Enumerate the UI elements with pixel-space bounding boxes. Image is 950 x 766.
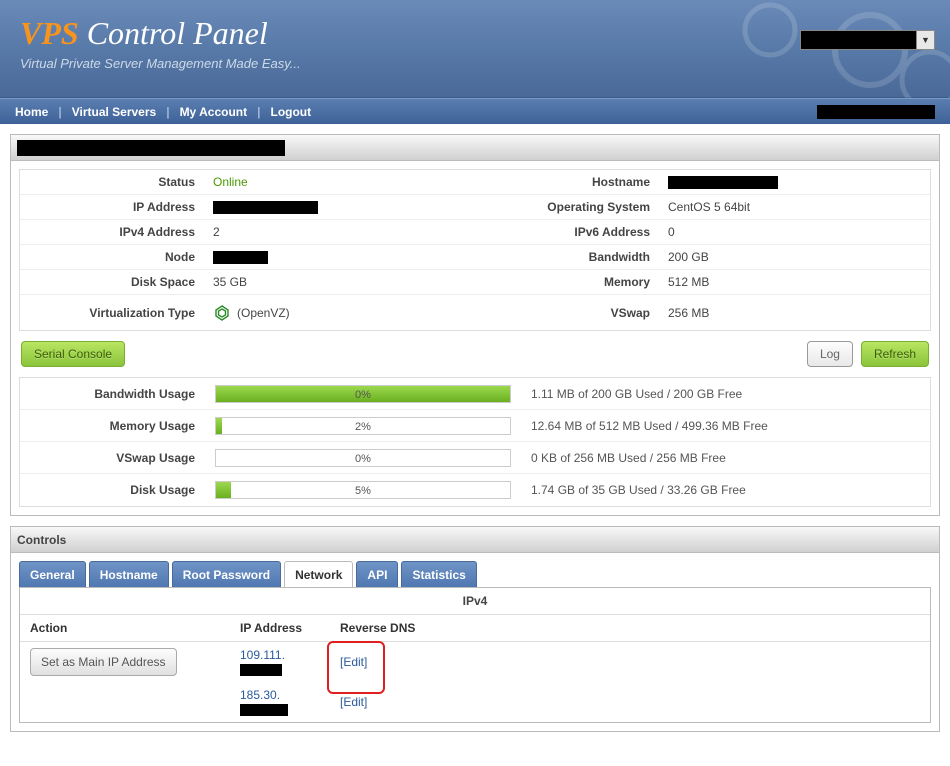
vs-usage-label: VSwap Usage bbox=[20, 451, 205, 465]
bw-value: 200 GB bbox=[660, 250, 709, 264]
os-label: Operating System bbox=[475, 200, 660, 214]
ipv4-section-header: IPv4 bbox=[20, 588, 930, 615]
nav-virtual-servers[interactable]: Virtual Servers bbox=[72, 105, 157, 119]
hostname-value bbox=[660, 176, 778, 189]
nav-my-account[interactable]: My Account bbox=[180, 105, 248, 119]
server-name-redacted bbox=[17, 140, 285, 156]
status-value: Online bbox=[205, 175, 248, 189]
header: VPS Control Panel Virtual Private Server… bbox=[0, 0, 950, 98]
mem-usage-text: 12.64 MB of 512 MB Used / 499.36 MB Free bbox=[521, 419, 768, 433]
node-value bbox=[205, 251, 268, 264]
bw-usage-bar: 0% bbox=[215, 385, 511, 403]
disk-usage-text: 1.74 GB of 35 GB Used / 33.26 GB Free bbox=[521, 483, 746, 497]
bw-label: Bandwidth bbox=[475, 250, 660, 264]
mem-value: 512 MB bbox=[660, 275, 709, 289]
os-value: CentOS 5 64bit bbox=[660, 200, 750, 214]
log-button[interactable]: Log bbox=[807, 341, 853, 367]
logo-suffix: Control Panel bbox=[79, 15, 268, 51]
disk-usage-label: Disk Usage bbox=[20, 483, 205, 497]
tab-root-password[interactable]: Root Password bbox=[172, 561, 281, 588]
ipv6-value: 0 bbox=[660, 225, 675, 239]
tab-statistics[interactable]: Statistics bbox=[401, 561, 476, 588]
ipv4-value: 2 bbox=[205, 225, 220, 239]
vswap-value: 256 MB bbox=[660, 306, 709, 320]
server-panel-header bbox=[11, 135, 939, 161]
main: StatusOnline IP Address IPv4 Address2 No… bbox=[0, 124, 950, 752]
disk-label: Disk Space bbox=[20, 275, 205, 289]
nav-logout[interactable]: Logout bbox=[270, 105, 311, 119]
ipv4-label: IPv4 Address bbox=[20, 225, 205, 239]
edit-rdns-link[interactable]: [Edit] bbox=[340, 695, 367, 709]
ip-cell: 185.30. bbox=[230, 682, 330, 722]
ipv6-label: IPv6 Address bbox=[475, 225, 660, 239]
chevron-down-icon: ▼ bbox=[916, 31, 934, 49]
hostname-label: Hostname bbox=[475, 175, 660, 189]
disk-usage-bar: 5% bbox=[215, 481, 511, 499]
col-rdns: Reverse DNS bbox=[330, 615, 930, 642]
action-button-row: Serial Console Log Refresh bbox=[19, 341, 931, 367]
server-panel: StatusOnline IP Address IPv4 Address2 No… bbox=[10, 134, 940, 516]
usage-panel: Bandwidth Usage 0% 1.11 MB of 200 GB Use… bbox=[19, 377, 931, 507]
serial-console-button[interactable]: Serial Console bbox=[21, 341, 125, 367]
tabs: General Hostname Root Password Network A… bbox=[19, 561, 931, 588]
ip-table: Action IP Address Reverse DNS Set as Mai… bbox=[20, 615, 930, 722]
tab-general[interactable]: General bbox=[19, 561, 86, 588]
vswap-label: VSwap bbox=[475, 306, 660, 320]
ip-cell: 109.111. bbox=[230, 642, 330, 683]
bw-usage-label: Bandwidth Usage bbox=[20, 387, 205, 401]
disk-value: 35 GB bbox=[205, 275, 247, 289]
account-dropdown[interactable]: ▼ bbox=[800, 30, 935, 50]
ip-row: 185.30. [Edit] bbox=[20, 682, 930, 722]
col-action: Action bbox=[20, 615, 230, 642]
ip-label: IP Address bbox=[20, 200, 205, 214]
mem-label: Memory bbox=[475, 275, 660, 289]
tab-hostname[interactable]: Hostname bbox=[89, 561, 169, 588]
mem-usage-bar: 2% bbox=[215, 417, 511, 435]
vs-usage-bar: 0% bbox=[215, 449, 511, 467]
controls-panel: Controls General Hostname Root Password … bbox=[10, 526, 940, 732]
nav-home[interactable]: Home bbox=[15, 105, 48, 119]
refresh-button[interactable]: Refresh bbox=[861, 341, 929, 367]
mem-usage-label: Memory Usage bbox=[20, 419, 205, 433]
status-label: Status bbox=[20, 175, 205, 189]
node-label: Node bbox=[20, 250, 205, 264]
set-main-ip-button[interactable]: Set as Main IP Address bbox=[30, 648, 177, 676]
logo-prefix: VPS bbox=[20, 15, 79, 51]
col-ip: IP Address bbox=[230, 615, 330, 642]
virt-value: (OpenVZ) bbox=[205, 304, 290, 322]
openvz-icon bbox=[213, 304, 231, 322]
vs-usage-text: 0 KB of 256 MB Used / 256 MB Free bbox=[521, 451, 726, 465]
tab-network[interactable]: Network bbox=[284, 561, 353, 588]
bw-usage-text: 1.11 MB of 200 GB Used / 200 GB Free bbox=[521, 387, 742, 401]
tab-content: IPv4 Action IP Address Reverse DNS Set a… bbox=[19, 587, 931, 723]
info-grid: StatusOnline IP Address IPv4 Address2 No… bbox=[19, 169, 931, 331]
ip-value bbox=[205, 201, 318, 214]
navbar: Home | Virtual Servers | My Account | Lo… bbox=[0, 98, 950, 124]
virt-label: Virtualization Type bbox=[20, 306, 205, 320]
ip-row: Set as Main IP Address 109.111. [Edit] bbox=[20, 642, 930, 683]
edit-rdns-link[interactable]: [Edit] bbox=[340, 655, 367, 669]
controls-header: Controls bbox=[11, 527, 939, 553]
tab-api[interactable]: API bbox=[356, 561, 398, 588]
nav-right-redacted bbox=[817, 105, 935, 119]
